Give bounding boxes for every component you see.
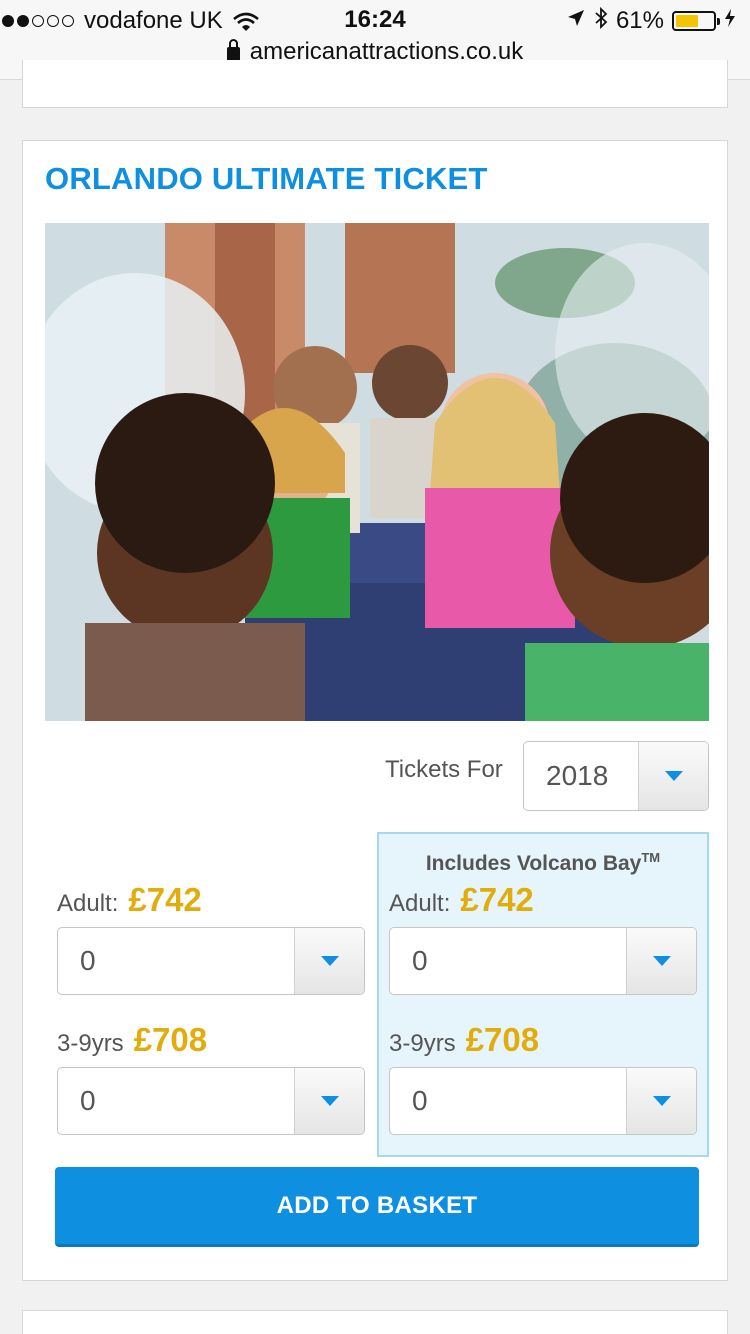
- vb-adult-label: Adult:: [389, 890, 451, 917]
- child-price-row: 3-9yrs £708: [57, 1021, 207, 1059]
- child-price: £708: [133, 1021, 208, 1058]
- adult-quantity-toggle[interactable]: [294, 928, 364, 994]
- vb-adult-price: £742: [460, 881, 534, 918]
- next-product-card: [22, 1310, 728, 1334]
- battery-icon: [672, 11, 720, 31]
- battery-percentage: 61%: [615, 7, 664, 34]
- adult-quantity-select[interactable]: 0: [57, 927, 365, 995]
- adult-label: Adult:: [57, 890, 119, 917]
- tickets-for-label: Tickets For: [385, 756, 503, 783]
- adult-price-row: Adult: £742: [57, 881, 202, 919]
- year-select-toggle[interactable]: [638, 742, 708, 810]
- vb-child-quantity-select[interactable]: 0: [389, 1067, 697, 1135]
- volcano-bay-panel: Includes Volcano BayTM Adult: £742 0 3-9…: [377, 832, 709, 1157]
- adult-quantity-value: 0: [80, 945, 96, 976]
- volcano-bay-heading: Includes Volcano BayTM: [379, 850, 707, 876]
- year-select-value: 2018: [546, 760, 609, 791]
- vb-child-label: 3-9yrs: [389, 1030, 456, 1057]
- previous-product-card: [22, 60, 728, 108]
- vb-adult-price-row: Adult: £742: [389, 881, 534, 919]
- product-card: ORLANDO ULTIMATE TICKET Tickets For 2018…: [22, 140, 728, 1281]
- volcano-bay-heading-text: Includes Volcano Bay: [425, 852, 642, 875]
- vb-adult-quantity-select[interactable]: 0: [389, 927, 697, 995]
- vb-child-price: £708: [465, 1021, 540, 1058]
- vb-child-quantity-toggle[interactable]: [626, 1068, 696, 1134]
- charging-bolt-icon: [724, 7, 736, 35]
- chevron-down-icon: [652, 956, 671, 966]
- vb-child-quantity-value: 0: [412, 1085, 428, 1116]
- chevron-down-icon: [664, 771, 683, 781]
- product-title: ORLANDO ULTIMATE TICKET: [45, 161, 488, 196]
- child-quantity-select[interactable]: 0: [57, 1067, 365, 1135]
- child-quantity-toggle[interactable]: [294, 1068, 364, 1134]
- vb-adult-quantity-toggle[interactable]: [626, 928, 696, 994]
- chevron-down-icon: [320, 956, 339, 966]
- child-label: 3-9yrs: [57, 1030, 124, 1057]
- bluetooth-icon: [594, 6, 608, 37]
- trademark-mark: TM: [641, 850, 661, 865]
- location-arrow-icon: [566, 7, 586, 35]
- status-icons: 61%: [566, 6, 736, 36]
- year-select[interactable]: 2018: [523, 741, 709, 811]
- chevron-down-icon: [652, 1096, 671, 1106]
- child-quantity-value: 0: [80, 1085, 96, 1116]
- vb-child-price-row: 3-9yrs £708: [389, 1021, 539, 1059]
- adult-price: £742: [128, 881, 202, 918]
- product-image: [45, 223, 709, 721]
- chevron-down-icon: [320, 1096, 339, 1106]
- add-to-basket-button[interactable]: ADD TO BASKET: [55, 1167, 699, 1247]
- vb-adult-quantity-value: 0: [412, 945, 428, 976]
